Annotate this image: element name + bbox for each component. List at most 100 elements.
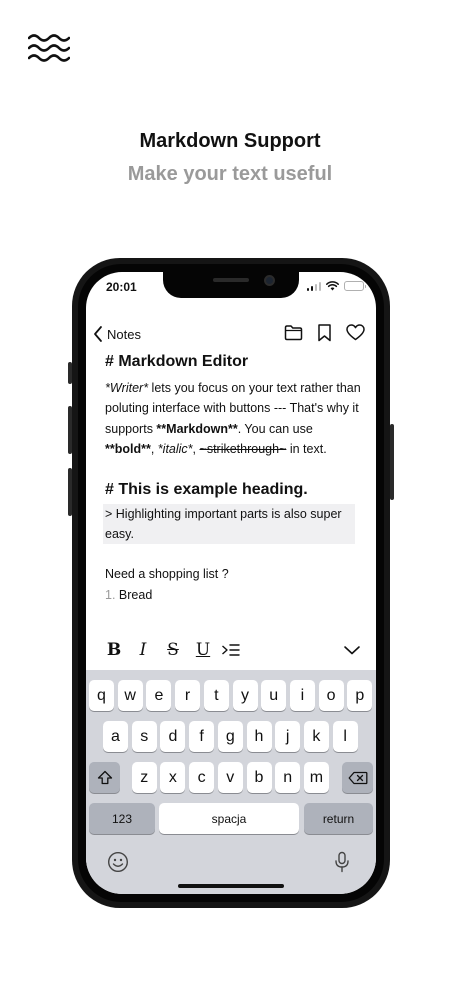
key-p[interactable]: p [347,680,373,711]
back-button[interactable]: Notes [92,322,141,346]
front-camera [264,275,275,286]
key-label: y [241,686,249,704]
key-x[interactable]: x [160,762,186,793]
note-editor[interactable]: # Markdown Editor *Writer* lets you focu… [103,352,361,605]
shift-key[interactable] [89,762,120,793]
italic-button[interactable]: I [133,637,153,663]
chevron-down-icon [344,646,360,655]
key-s[interactable]: s [131,721,157,752]
key-k[interactable]: k [303,721,329,752]
bold-icon: B [106,640,122,660]
key-label: t [214,686,219,704]
waves-icon [28,34,70,62]
wifi-icon [326,281,339,291]
key-label: u [269,686,279,704]
quote-list-button[interactable] [219,637,241,663]
space-key[interactable]: spacja [159,803,299,834]
heading-markdown-editor: # Markdown Editor [105,353,249,370]
key-c[interactable]: c [189,762,215,793]
bold-markdown: **Markdown** [156,421,238,436]
favorite-button[interactable] [345,322,366,343]
emoji-icon [107,851,129,873]
key-label: e [154,686,164,704]
return-key[interactable]: return [304,803,373,834]
heading-example: # This is example heading. [105,480,308,498]
strikethrough-icon: S [167,640,179,660]
microphone-icon [335,851,349,873]
key-t[interactable]: t [203,680,229,711]
key-label: v [226,768,235,786]
key-v[interactable]: v [217,762,243,793]
key-n[interactable]: n [275,762,301,793]
bookmark-icon [318,324,331,342]
key-y[interactable]: y [232,680,258,711]
shift-icon [97,770,112,785]
key-g[interactable]: g [217,721,243,752]
promo-subtitle: Make your text useful [127,163,333,185]
underline-button[interactable]: U [193,637,213,663]
return-key-label: return [322,811,355,826]
heart-icon [346,324,365,341]
italic-sample: *italic* [157,442,193,457]
key-i[interactable]: i [289,680,315,711]
key-m[interactable]: m [303,762,329,793]
key-label: w [124,686,136,704]
underline-icon: U [195,640,211,660]
key-f[interactable]: f [189,721,215,752]
intro-paragraph: *Writer* lets you focus on your text rat… [105,378,361,460]
key-l[interactable]: l [332,721,358,752]
para-comma-2: , [192,442,197,457]
key-q[interactable]: q [89,680,114,711]
italic-icon: I [139,640,147,660]
signal-icon [306,281,321,291]
key-z[interactable]: z [131,762,157,793]
key-label: z [140,768,149,786]
key-label: p [355,686,365,704]
key-label: b [254,768,264,786]
key-label: o [326,686,336,704]
strikethrough-button[interactable]: S [163,637,183,663]
key-u[interactable]: u [261,680,287,711]
list-item-text: Bread [118,587,153,602]
dictation-button[interactable] [330,850,354,874]
key-label: k [312,727,321,745]
key-a[interactable]: a [103,721,128,752]
hide-keyboard-button[interactable] [340,637,364,663]
para-text-c: in text. [286,442,327,457]
status-time: 20:01 [106,280,137,294]
key-label: j [285,727,290,745]
key-label: q [97,686,106,704]
back-label: Notes [107,326,141,342]
quote-list-icon [221,644,240,656]
bold-button[interactable]: B [104,637,124,663]
folder-button[interactable] [283,322,304,343]
key-r[interactable]: r [175,680,201,711]
key-o[interactable]: o [318,680,344,711]
key-label: c [197,768,206,786]
key-j[interactable]: j [275,721,301,752]
italic-writer: *Writer* [105,381,149,395]
list-item: 1. Bread [105,585,361,605]
key-h[interactable]: h [246,721,272,752]
list-intro: Need a shopping list ? [105,567,229,582]
para-comma-1: , [150,442,158,457]
bookmark-button[interactable] [314,322,335,343]
numbers-key[interactable]: 123 [89,803,155,834]
speaker [213,278,249,282]
format-toolbar: B I S U [86,637,376,663]
key-label: r [184,686,191,704]
space-key-label: spacja [211,811,247,826]
key-w[interactable]: w [117,680,143,711]
emoji-button[interactable] [106,850,130,874]
nav-bar: Notes [86,322,376,346]
phone-frame: 20:01 Notes # Markdown Editor *Writer* l… [72,258,390,908]
key-d[interactable]: d [160,721,186,752]
key-b[interactable]: b [246,762,272,793]
bold-sample: **bold** [105,442,151,457]
nav-actions [283,322,366,343]
key-e[interactable]: e [146,680,172,711]
key-label: h [254,727,264,745]
notch [163,272,299,298]
key-label: m [309,768,324,786]
backspace-key[interactable] [342,762,373,793]
